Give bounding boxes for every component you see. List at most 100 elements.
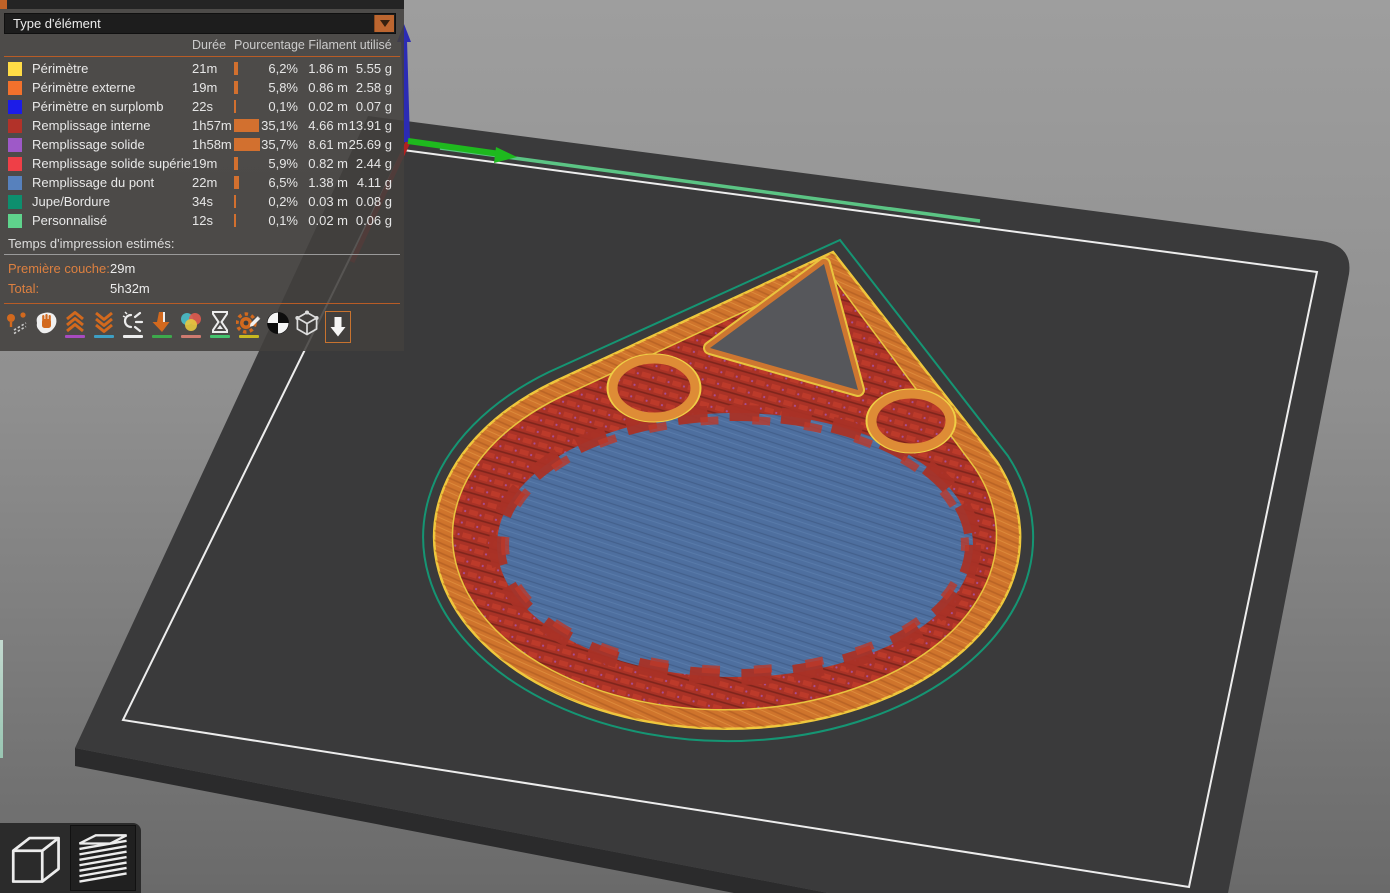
feature-rows: Périmètre 21m 6,2% 1.86 m 5.55 g Périmèt…	[0, 59, 404, 230]
percent-value: 5,9%	[260, 156, 298, 171]
tool-changes-icon[interactable]	[147, 310, 176, 350]
percent-value: 35,1%	[260, 118, 298, 133]
percent-bar-zone	[234, 176, 260, 189]
percent-bar	[234, 157, 238, 170]
filament-weight: 4.11 g	[348, 175, 392, 190]
editor-3d-view-button[interactable]	[3, 826, 67, 890]
percent-bar	[234, 195, 236, 208]
percent-bar	[234, 119, 259, 132]
first-layer-label: Première couche:	[8, 261, 110, 276]
chevron-down-icon	[380, 20, 390, 27]
percent-bar-zone	[234, 214, 260, 227]
color-swatch	[8, 157, 22, 171]
duration-value: 22s	[192, 99, 234, 114]
filament-length: 0.82 m	[298, 156, 348, 171]
percent-value: 0,1%	[260, 99, 298, 114]
filament-weight: 0.08 g	[348, 194, 392, 209]
percent-bar	[234, 62, 238, 75]
cube-icon	[6, 830, 64, 886]
percent-value: 35,7%	[260, 137, 298, 152]
duration-value: 34s	[192, 194, 234, 209]
divider	[4, 303, 400, 304]
view-type-dropdown[interactable]: Type d'élément	[4, 13, 396, 34]
percent-value: 0,2%	[260, 194, 298, 209]
shells-icon[interactable]	[292, 310, 321, 350]
feature-label: Remplissage solide	[32, 137, 192, 152]
travel-moves-icon[interactable]	[2, 310, 31, 350]
feature-row-jupe-bordure[interactable]: Jupe/Bordure 34s 0,2% 0.03 m 0.08 g	[0, 192, 404, 211]
percent-bar-zone	[234, 100, 260, 113]
header-duration: Durée	[192, 38, 226, 52]
feature-label: Jupe/Bordure	[32, 194, 192, 209]
z-axis	[404, 40, 407, 142]
feature-row-remplissage-solide[interactable]: Remplissage solide 1h58m 35,7% 8.61 m 25…	[0, 135, 404, 154]
top-orange-marker	[0, 0, 7, 9]
view-type-value: Type d'élément	[5, 16, 101, 31]
circle-hole-right	[867, 390, 955, 452]
filament-length: 0.02 m	[298, 213, 348, 228]
feature-label: Périmètre en surplomb	[32, 99, 192, 114]
percent-bar	[234, 138, 260, 151]
filament-weight: 0.06 g	[348, 213, 392, 228]
percent-value: 6,2%	[260, 61, 298, 76]
feature-row-perimetre[interactable]: Périmètre 21m 6,2% 1.86 m 5.55 g	[0, 59, 404, 78]
pause-prints-icon[interactable]	[205, 310, 234, 350]
feature-row-remplissage-du-pont[interactable]: Remplissage du pont 22m 6,5% 1.38 m 4.11…	[0, 173, 404, 192]
duration-value: 1h57m	[192, 118, 234, 133]
dropdown-arrow-button[interactable]	[374, 15, 394, 32]
duration-value: 1h58m	[192, 137, 234, 152]
divider	[4, 56, 400, 57]
deretractions-icon[interactable]	[89, 310, 118, 350]
left-edge-artifact	[0, 640, 3, 758]
duration-value: 12s	[192, 213, 234, 228]
percent-bar	[234, 100, 236, 113]
feature-label: Remplissage solide supérieur	[32, 156, 192, 171]
feature-label: Périmètre externe	[32, 80, 192, 95]
view-toggle-bar	[0, 823, 141, 893]
feature-row-personnalise[interactable]: Personnalisé 12s 0,1% 0.02 m 0.06 g	[0, 211, 404, 230]
feature-label: Périmètre	[32, 61, 192, 76]
filament-length: 0.03 m	[298, 194, 348, 209]
total-value: 5h32m	[110, 281, 150, 296]
header-percentage: Pourcentage	[234, 38, 302, 52]
percent-bar-zone	[234, 81, 260, 94]
filament-weight: 0.07 g	[348, 99, 392, 114]
percent-bar-zone	[234, 157, 260, 170]
table-header: Durée Pourcentage Filament utilisé	[0, 37, 404, 55]
legend-panel: Type d'élément Durée Pourcentage Filamen…	[0, 0, 404, 351]
preview-layers-view-button[interactable]	[70, 825, 136, 891]
filament-length: 1.38 m	[298, 175, 348, 190]
filament-length: 0.86 m	[298, 80, 348, 95]
center-of-gravity-icon[interactable]	[263, 310, 292, 350]
color-changes-icon[interactable]	[176, 310, 205, 350]
percent-bar	[234, 214, 236, 227]
percent-bar-zone	[234, 119, 260, 132]
custom-gcode-icon[interactable]	[234, 310, 263, 350]
total-label: Total:	[8, 281, 39, 296]
feature-label: Remplissage du pont	[32, 175, 192, 190]
percent-bar	[234, 81, 238, 94]
filament-length: 4.66 m	[298, 118, 348, 133]
percent-value: 6,5%	[260, 175, 298, 190]
filament-weight: 2.44 g	[348, 156, 392, 171]
retractions-icon[interactable]	[60, 310, 89, 350]
tool-marker-icon[interactable]	[325, 311, 351, 343]
first-layer-value: 29m	[110, 261, 135, 276]
seams-icon[interactable]	[118, 310, 147, 350]
filament-length: 8.61 m	[298, 137, 348, 152]
color-swatch	[8, 119, 22, 133]
feature-label: Remplissage interne	[32, 118, 192, 133]
filament-weight: 25.69 g	[348, 137, 392, 152]
color-swatch	[8, 195, 22, 209]
wipe-icon[interactable]	[31, 310, 60, 350]
feature-row-remplissage-interne[interactable]: Remplissage interne 1h57m 35,1% 4.66 m 1…	[0, 116, 404, 135]
layers-icon	[74, 830, 132, 886]
divider	[4, 254, 400, 255]
feature-row-perimetre-surplomb[interactable]: Périmètre en surplomb 22s 0,1% 0.02 m 0.…	[0, 97, 404, 116]
percent-bar-zone	[234, 138, 260, 151]
color-swatch	[8, 214, 22, 228]
total-row: Total: 5h32m	[8, 281, 398, 299]
percent-bar-zone	[234, 195, 260, 208]
feature-row-perimetre-externe[interactable]: Périmètre externe 19m 5,8% 0.86 m 2.58 g	[0, 78, 404, 97]
feature-row-remplissage-solide-superieur[interactable]: Remplissage solide supérieur 19m 5,9% 0.…	[0, 154, 404, 173]
